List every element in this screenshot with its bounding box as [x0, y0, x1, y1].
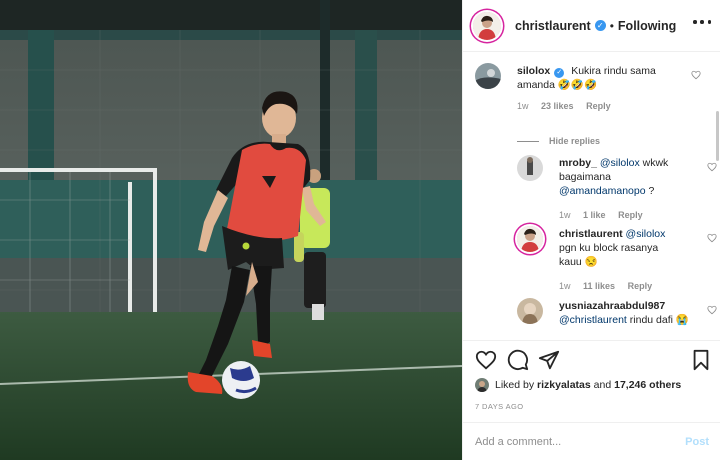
comment-bubble-icon[interactable]	[507, 349, 529, 371]
comment-meta: 1w 23 likes Reply	[517, 101, 621, 111]
reply-item: yusniazahraabdul987 @christlaurent rindu…	[517, 298, 717, 340]
separator-dot: •	[609, 18, 614, 33]
comment-likes[interactable]: 23 likes	[541, 101, 574, 111]
comment-time: 1w	[559, 281, 571, 291]
reply-item: christlaurent @silolox pgn ku block rasa…	[517, 226, 717, 296]
save-bookmark-icon[interactable]	[691, 349, 711, 371]
post-timestamp[interactable]: 7 DAYS AGO	[475, 402, 523, 411]
avatar-image	[517, 226, 543, 252]
comment-text: rindu dafi	[629, 314, 673, 326]
verified-badge-icon: ✓	[594, 20, 606, 31]
comment-body: silolox ✓ Kukira rindu sama amanda 🤣🤣🤣	[517, 64, 687, 92]
likes-count-button[interactable]: 17,246 others	[614, 379, 681, 391]
comments-scrollbar[interactable]	[716, 111, 719, 161]
mention-link[interactable]: @silolox	[600, 157, 640, 169]
author-avatar[interactable]	[473, 11, 501, 40]
liked-by-user[interactable]: rizkyalatas	[537, 379, 591, 391]
comment-emoji: 😭	[675, 314, 689, 326]
comment-meta: 1w 11 likes Reply	[559, 281, 662, 291]
commenter-avatar[interactable]	[517, 155, 543, 181]
add-comment-input[interactable]	[475, 432, 665, 452]
instagram-post-modal: christlaurent ✓ • Following silolox ✓ Kuk…	[0, 0, 720, 460]
author-username[interactable]: christlaurent	[515, 19, 591, 33]
comment-time: 1w	[559, 210, 571, 220]
comment-likes[interactable]: 1 like	[583, 210, 606, 220]
avatar-image	[475, 378, 489, 392]
comment-username[interactable]: silolox	[517, 65, 550, 77]
post-header: christlaurent ✓ • Following	[463, 0, 720, 52]
avatar-image	[517, 298, 543, 324]
reply-button[interactable]: Reply	[628, 281, 653, 291]
avatar-image	[517, 155, 543, 181]
comment-likes[interactable]: 11 likes	[583, 281, 615, 291]
post-photo[interactable]	[0, 0, 462, 460]
mention-link[interactable]: @amandamanopo	[559, 185, 646, 197]
like-comment-heart-icon[interactable]	[707, 162, 717, 172]
commenter-avatar[interactable]	[475, 63, 501, 89]
mention-link[interactable]: @silolox	[626, 228, 666, 240]
avatar-image	[473, 11, 501, 40]
comment-time: 1w	[517, 101, 529, 111]
verified-badge-icon: ✓	[554, 68, 565, 78]
comment-username[interactable]: christlaurent	[559, 228, 623, 240]
hide-replies-label: Hide replies	[549, 136, 601, 146]
comment-username[interactable]: mroby_	[559, 157, 597, 169]
liker-avatar[interactable]	[475, 378, 489, 392]
hide-replies-line	[517, 140, 539, 142]
share-paper-plane-icon[interactable]	[538, 349, 560, 371]
commenter-avatar[interactable]	[517, 226, 543, 252]
post-side-panel: christlaurent ✓ • Following silolox ✓ Kuk…	[462, 0, 720, 460]
like-comment-heart-icon[interactable]	[691, 70, 701, 80]
comment-text-end: ?	[648, 185, 655, 197]
reply-button[interactable]: Reply	[618, 210, 643, 220]
action-icons-row	[475, 349, 711, 373]
reply-button[interactable]: Reply	[586, 101, 611, 111]
comment-username[interactable]: yusniazahraabdul987	[559, 300, 665, 312]
commenter-avatar[interactable]	[517, 298, 543, 324]
like-comment-heart-icon[interactable]	[707, 233, 717, 243]
liked-by-line: Liked by rizkyalatas and 17,246 others	[475, 378, 681, 392]
comment-body: christlaurent @silolox pgn ku block rasa…	[559, 227, 679, 269]
reply-item: mroby_ @silolox wkwk bagaimana @amandama…	[517, 155, 717, 225]
like-heart-icon[interactable]	[475, 349, 497, 371]
comments-list[interactable]: silolox ✓ Kukira rindu sama amanda 🤣🤣🤣 1w…	[463, 53, 720, 340]
following-button[interactable]: Following	[618, 19, 676, 33]
mention-link[interactable]: @christlaurent	[559, 314, 627, 326]
football-player-photo	[0, 0, 462, 460]
avatar-image	[475, 63, 501, 89]
hide-replies-button[interactable]: Hide replies	[517, 136, 600, 146]
comment-meta: 1w 1 like Reply	[559, 210, 653, 220]
comment-composer: Post	[463, 422, 720, 460]
comment-text: pgn ku block rasanya kauu 😒	[559, 242, 659, 268]
comment-body: yusniazahraabdul987 @christlaurent rindu…	[559, 299, 689, 327]
comment-body: mroby_ @silolox wkwk bagaimana @amandama…	[559, 156, 679, 198]
liked-by-prefix: Liked by	[495, 379, 535, 391]
like-comment-heart-icon[interactable]	[707, 305, 717, 315]
post-comment-button[interactable]: Post	[685, 436, 709, 448]
post-actions: Liked by rizkyalatas and 17,246 others 7…	[463, 340, 720, 460]
liked-by-mid: and	[593, 379, 612, 391]
more-horizontal-icon[interactable]	[693, 20, 711, 30]
football	[222, 361, 260, 399]
